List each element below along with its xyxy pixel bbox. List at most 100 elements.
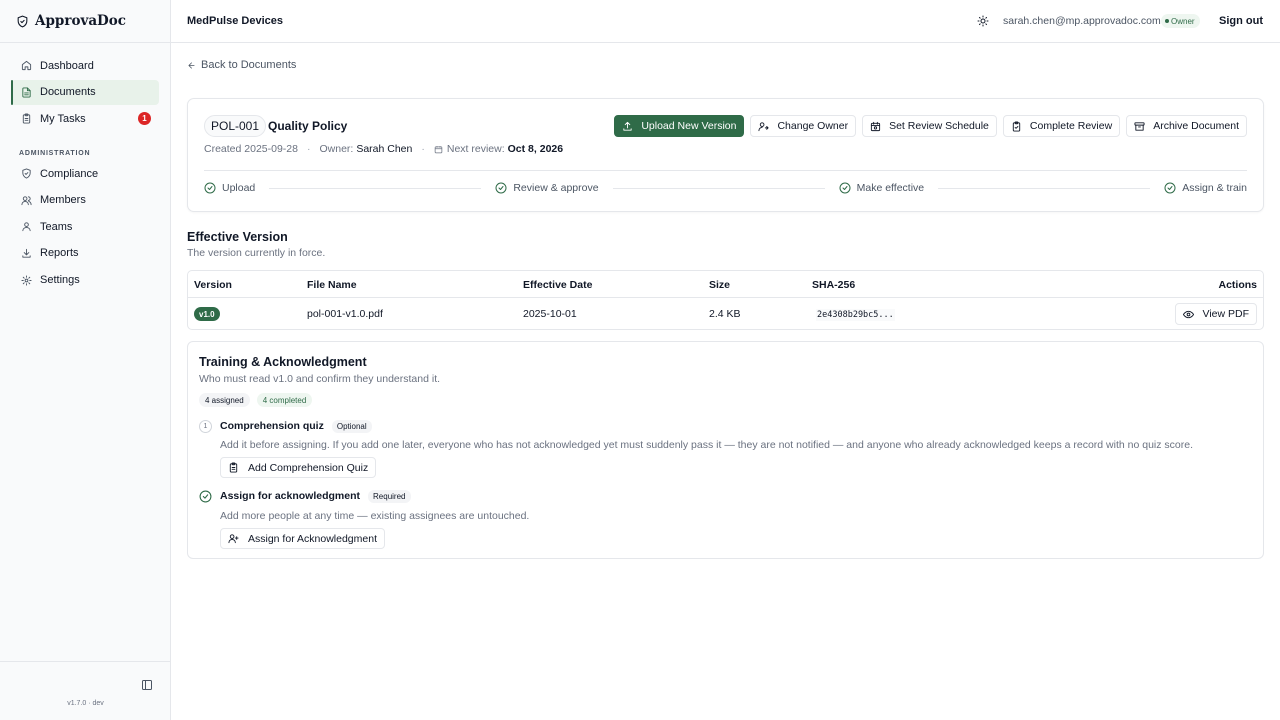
effective-date-cell: 2025-10-01 xyxy=(523,308,577,320)
check-circle-icon xyxy=(204,182,216,194)
acknowledgment-requirement: Assign for acknowledgment Required xyxy=(199,489,411,503)
button-label: Assign for Acknowledgment xyxy=(248,532,377,545)
column-version: Version xyxy=(194,279,232,291)
home-icon xyxy=(21,60,32,71)
shield-icon xyxy=(22,168,31,179)
set-review-schedule-button[interactable]: Set Review Schedule xyxy=(862,115,997,137)
sidebar-item-label: Compliance xyxy=(40,167,99,180)
document-meta: Created 2025-09-28 · Owner: Sarah Chen ·… xyxy=(204,142,563,156)
users-icon xyxy=(21,196,32,205)
brand[interactable]: ApprovaDoc xyxy=(16,12,126,30)
calendar-clock-icon xyxy=(871,121,881,131)
step-label: Assign & train xyxy=(1182,182,1247,194)
step-review-approve: Review & approve xyxy=(495,182,599,194)
step-connector xyxy=(938,187,1151,189)
eye-icon xyxy=(1182,310,1194,318)
sidebar-item-documents[interactable]: Documents xyxy=(11,79,159,105)
step-assign-train: Assign & train xyxy=(1164,182,1247,194)
created-date: Created 2025-09-28 xyxy=(204,143,298,155)
document-actions: Upload New Version Change Owner Set Revi… xyxy=(614,115,1247,137)
workflow-steps: Upload Review & approve Make effective A… xyxy=(204,181,1247,195)
training-subtitle: Who must read v1.0 and confirm they unde… xyxy=(199,373,441,385)
sidebar-item-label: Dashboard xyxy=(40,59,94,72)
assigned-count-badge: 4 assigned xyxy=(199,393,250,407)
requirement-title: Comprehension quiz xyxy=(220,420,324,432)
step-number: 1 xyxy=(199,419,212,433)
sidebar-item-reports[interactable]: Reports xyxy=(11,241,159,266)
user-swap-icon xyxy=(758,121,770,131)
sidebar: ApprovaDoc Dashboard Documents My Tasks … xyxy=(0,0,171,720)
button-label: Complete Review xyxy=(1029,120,1113,132)
sidebar-item-label: My Tasks xyxy=(40,112,86,125)
check-circle-icon xyxy=(495,182,507,194)
training-title: Training & Acknowledgment xyxy=(199,355,367,369)
sidebar-nav: Dashboard Documents My Tasks 1 ADMINISTR… xyxy=(11,53,159,294)
optional-tag: Optional xyxy=(331,419,372,433)
add-comprehension-quiz-button[interactable]: Add Comprehension Quiz xyxy=(220,457,377,478)
sidebar-item-label: Teams xyxy=(40,220,73,233)
app-root: ApprovaDoc Dashboard Documents My Tasks … xyxy=(0,0,1280,720)
sidebar-item-settings[interactable]: Settings xyxy=(11,268,159,293)
button-label: Change Owner xyxy=(777,120,849,132)
check-circle-icon xyxy=(199,490,212,502)
collapse-sidebar-icon[interactable] xyxy=(141,679,153,691)
sidebar-item-compliance[interactable]: Compliance xyxy=(11,161,159,186)
requirement-title: Assign for acknowledgment xyxy=(220,490,361,502)
column-actions: Actions xyxy=(1218,279,1257,291)
quiz-requirement: 1 Comprehension quiz Optional xyxy=(199,419,372,433)
shield-logo-icon xyxy=(17,15,28,27)
sidebar-item-label: Documents xyxy=(40,86,96,99)
back-link-label: Back to Documents xyxy=(201,59,297,71)
button-label: View PDF xyxy=(1202,308,1250,320)
arrow-left-icon xyxy=(188,61,195,69)
check-circle-icon xyxy=(839,182,851,194)
owner-name: Sarah Chen xyxy=(356,143,413,155)
sidebar-item-dashboard[interactable]: Dashboard xyxy=(11,53,159,78)
file-name-cell: pol-001-v1.0.pdf xyxy=(307,308,383,320)
step-connector xyxy=(612,187,825,189)
effective-version-subtitle: The version currently in force. xyxy=(187,247,326,259)
assign-for-acknowledgment-button[interactable]: Assign for Acknowledgment xyxy=(220,528,385,549)
column-size: Size xyxy=(709,279,731,291)
sidebar-item-teams[interactable]: Teams xyxy=(11,214,159,239)
step-upload: Upload xyxy=(204,182,255,194)
org-name: MedPulse Devices xyxy=(187,15,283,27)
user-email: sarah.chen@mp.approvadoc.com xyxy=(1003,15,1161,27)
column-file-name: File Name xyxy=(307,279,357,291)
complete-review-button[interactable]: Complete Review xyxy=(1002,115,1121,137)
sun-icon[interactable] xyxy=(977,15,989,27)
required-tag: Required xyxy=(368,489,411,503)
calendar-icon xyxy=(434,145,443,153)
column-effective-date: Effective Date xyxy=(523,279,593,291)
meta-separator: · xyxy=(306,143,311,155)
archive-icon xyxy=(1134,121,1145,131)
change-owner-button[interactable]: Change Owner xyxy=(750,115,857,137)
admin-section-heading: ADMINISTRATION xyxy=(19,150,91,158)
clipboard-icon xyxy=(229,462,238,473)
document-card: POL-001 Quality Policy Created 2025-09-2… xyxy=(187,98,1264,212)
upload-new-version-button[interactable]: Upload New Version xyxy=(614,115,745,137)
back-to-documents-link[interactable]: Back to Documents xyxy=(187,59,296,71)
effective-version-table: Version File Name Effective Date Size SH… xyxy=(187,270,1264,330)
owner-label: Owner: xyxy=(319,143,354,155)
archive-document-button[interactable]: Archive Document xyxy=(1126,115,1247,137)
sidebar-item-label: Members xyxy=(40,194,86,207)
clipboard-icon xyxy=(22,113,31,124)
sidebar-item-my-tasks[interactable]: My Tasks 1 xyxy=(11,106,159,131)
upload-icon xyxy=(623,121,632,131)
sign-out-button[interactable]: Sign out xyxy=(1219,15,1263,27)
tasks-count-badge: 1 xyxy=(138,112,151,126)
user-plus-icon xyxy=(228,534,239,544)
quiz-description: Add it before assigning. If you add one … xyxy=(220,439,1194,451)
steps-divider xyxy=(204,170,1247,171)
effective-version-title: Effective Version xyxy=(187,230,288,244)
step-connector xyxy=(269,187,482,189)
sidebar-item-members[interactable]: Members xyxy=(11,188,159,213)
download-icon xyxy=(22,248,31,258)
view-pdf-button[interactable]: View PDF xyxy=(1174,303,1257,325)
sidebar-item-label: Settings xyxy=(40,274,80,287)
document-code: POL-001 xyxy=(204,115,267,137)
version-badge: v1.0 xyxy=(194,307,220,321)
step-label: Upload xyxy=(222,182,256,194)
app-version: v1.7.0 · dev xyxy=(67,700,104,707)
